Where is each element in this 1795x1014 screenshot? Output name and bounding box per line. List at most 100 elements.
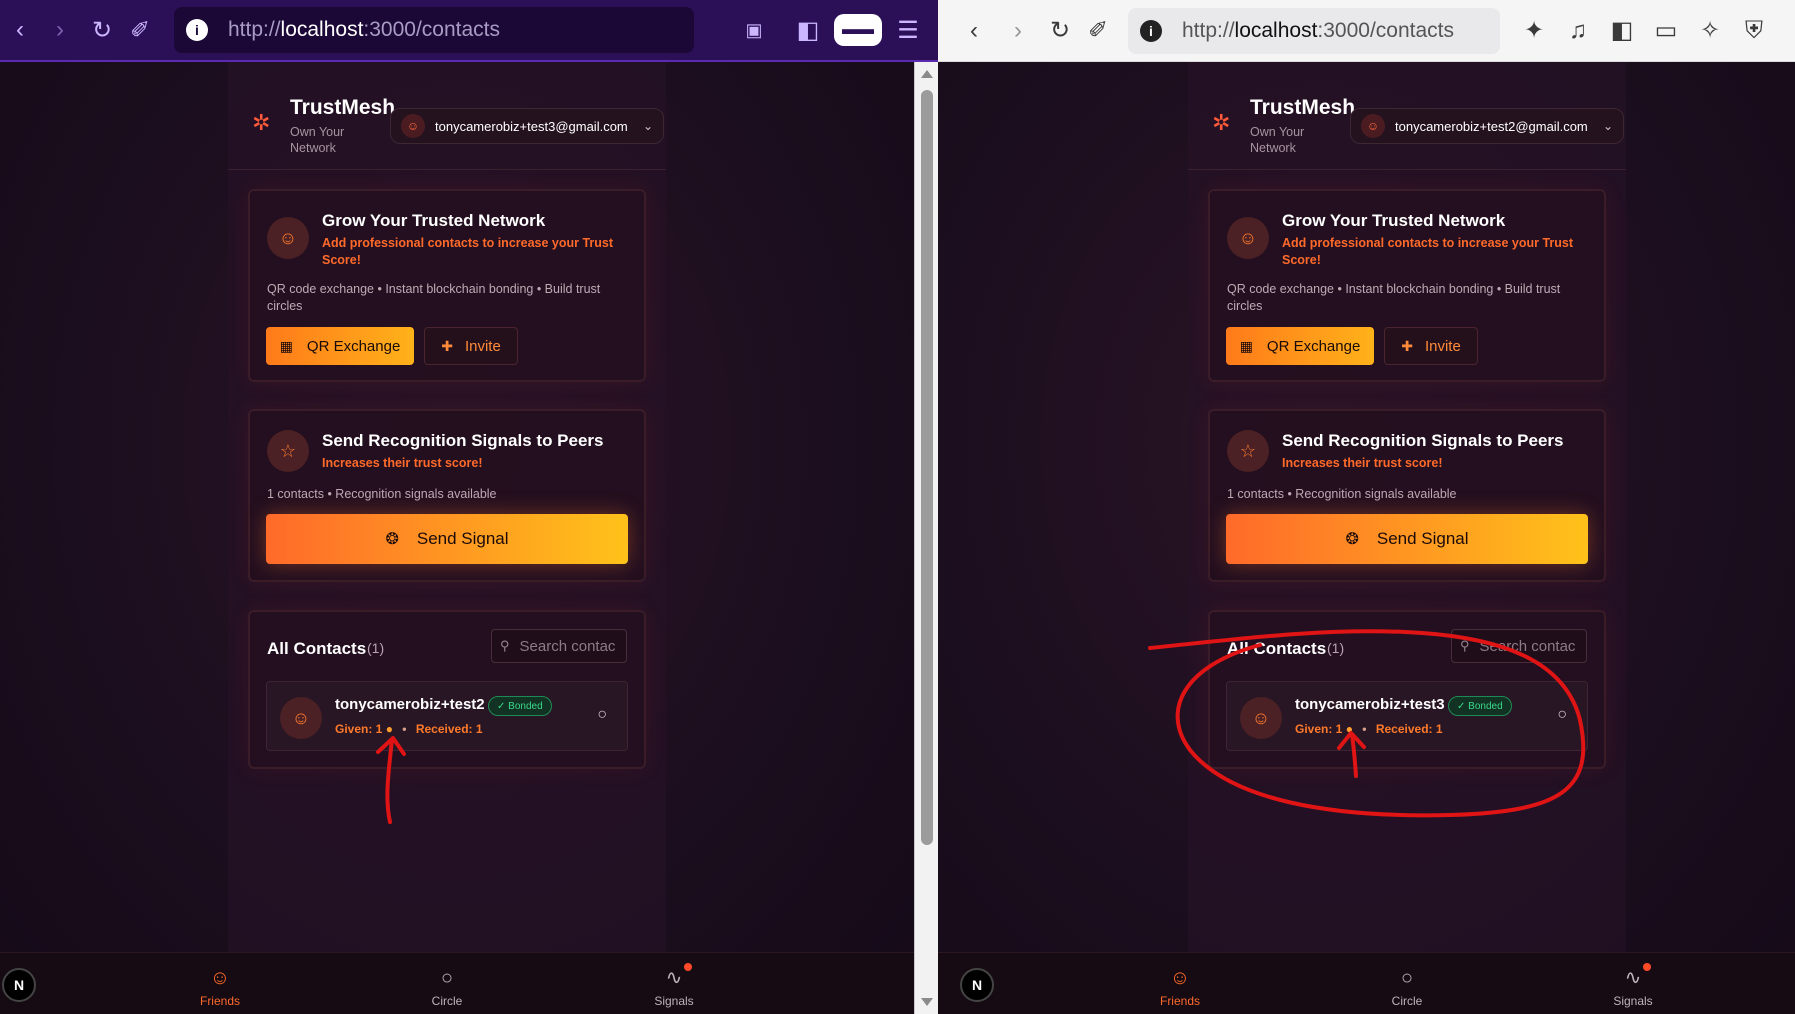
grow-title: Grow Your Trusted Network (322, 211, 546, 230)
user-check-icon: ☺ (267, 217, 309, 259)
reload-icon[interactable]: ↻ (1044, 15, 1076, 47)
site-info-icon[interactable]: i (1140, 19, 1162, 42)
ai-sparkle-icon[interactable]: ✧ (1694, 15, 1726, 47)
brand-name: TrustMesh (290, 96, 396, 119)
shield-icon[interactable]: ⛨ (1738, 15, 1770, 47)
search-input[interactable]: ⚲ Search contac (491, 629, 627, 663)
account-switcher[interactable]: ☺ tonycamerobiz+test2@gmail.com ⌄ (1350, 108, 1624, 144)
recognition-signals-card: ☆ Send Recognition Signals to Peers Incr… (1208, 409, 1606, 582)
contact-stats: Given: 1 ● • Received: 1 (335, 722, 483, 736)
contact-name: tonycamerobiz+test3 (1295, 696, 1445, 713)
bookmark-icon[interactable]: ✐ (1082, 15, 1114, 47)
invite-button[interactable]: ✚ Invite (424, 327, 518, 365)
page-search-icon[interactable]: ▣ (738, 14, 770, 46)
account-email: tonycamerobiz+test2@gmail.com (1395, 118, 1588, 134)
received-count: Received: 1 (415, 722, 483, 736)
activity-icon: ∿ (665, 967, 683, 989)
signals-description: 1 contacts • Recognition signals availab… (1227, 487, 1457, 501)
back-icon[interactable]: ‹ (4, 14, 36, 46)
nav-circle[interactable]: ○ Circle (407, 967, 487, 1008)
nav-friends[interactable]: ☺ Friends (180, 967, 260, 1008)
scroll-down-icon[interactable] (921, 998, 933, 1006)
grow-description: QR code exchange • Instant blockchain bo… (267, 282, 601, 313)
brand-tagline: Own Your Network (1250, 125, 1305, 155)
extensions-icon[interactable]: ✦ (1518, 15, 1550, 47)
invite-button[interactable]: ✚ Invite (1384, 327, 1478, 365)
message-icon[interactable]: ○ (1557, 706, 1567, 724)
scroll-up-icon[interactable] (921, 70, 933, 78)
url-rest: :3000/contacts (363, 18, 501, 41)
contacts-count: (1) (1327, 640, 1345, 656)
url-scheme: http:// (1182, 18, 1235, 42)
app-column: ✲ TrustMesh Own Your Network ☺ tonycamer… (1188, 62, 1626, 952)
bookmark-icon[interactable]: ✐ (124, 14, 156, 46)
qr-code-icon: ▦ (279, 337, 293, 354)
contact-row[interactable]: ☺ tonycamerobiz+test2 ✓ Bonded Given: 1 … (266, 681, 628, 751)
flame-icon: ● (1345, 722, 1353, 736)
reload-icon[interactable]: ↻ (86, 14, 118, 46)
scrollbar[interactable] (914, 62, 938, 1014)
app-header: ✲ TrustMesh Own Your Network ☺ tonycamer… (228, 62, 666, 170)
browser-pane-left: ‹ › ↻ ✐ i http://localhost:3000/contacts… (0, 0, 938, 1014)
address-bar[interactable]: i http://localhost:3000/contacts (1128, 7, 1500, 54)
browser-toolbar: ‹ › ↻ ✐ i http://localhost:3000/contacts… (938, 0, 1795, 62)
url-host: localhost (1234, 18, 1318, 42)
user-plus-icon: ✚ (441, 337, 453, 354)
chevron-down-icon: ⌄ (642, 119, 653, 133)
bonded-badge: ✓ Bonded (488, 696, 552, 716)
private-glasses-icon[interactable]: ▬▬ (834, 14, 882, 46)
bottom-nav: N ☺ Friends ○ Circle ∿ Signals (938, 952, 1795, 1014)
browser-toolbar: ‹ › ↻ ✐ i http://localhost:3000/contacts… (0, 0, 938, 62)
forward-icon[interactable]: › (1002, 15, 1034, 47)
nav-circle[interactable]: ○ Circle (1367, 967, 1447, 1008)
site-info-icon[interactable]: i (186, 19, 208, 41)
wallet-icon[interactable]: ▭ (1650, 15, 1682, 47)
scrollbar-thumb[interactable] (921, 90, 933, 845)
search-icon: ⚲ (500, 638, 510, 653)
menu-icon[interactable]: ☰ (892, 14, 924, 46)
account-switcher[interactable]: ☺ tonycamerobiz+test3@gmail.com ⌄ (390, 108, 664, 144)
contacts-title: All Contacts (267, 639, 367, 658)
nextjs-dev-icon[interactable]: N (2, 968, 36, 1002)
nav-signals[interactable]: ∿ Signals (634, 963, 714, 1008)
contact-stats: Given: 1 ● • Received: 1 (1295, 722, 1443, 736)
account-email: tonycamerobiz+test3@gmail.com (435, 118, 628, 134)
forward-icon[interactable]: › (44, 14, 76, 46)
back-icon[interactable]: ‹ (958, 15, 990, 47)
sidebar-icon[interactable]: ◧ (792, 14, 824, 46)
url-host: localhost (280, 18, 364, 41)
brand-name: TrustMesh (1250, 96, 1356, 119)
message-icon[interactable]: ○ (597, 706, 607, 724)
grow-subtitle: Add professional contacts to increase yo… (1282, 236, 1574, 267)
notification-dot (684, 963, 692, 971)
nextjs-dev-icon[interactable]: N (960, 968, 994, 1002)
all-contacts-card: All Contacts (1) ⚲ Search contac ☺ tonyca… (248, 610, 646, 769)
trustmesh-logo-icon: ✲ (252, 110, 271, 135)
search-input[interactable]: ⚲ Search contac (1451, 629, 1587, 663)
app-column: ✲ TrustMesh Own Your Network ☺ tonycamer… (228, 62, 666, 952)
trustmesh-logo-icon: ✲ (1212, 110, 1231, 135)
grow-network-card: ☺ Grow Your Trusted Network Add professi… (248, 189, 646, 382)
app-header: ✲ TrustMesh Own Your Network ☺ tonycamer… (1188, 62, 1626, 170)
contact-name: tonycamerobiz+test2 (335, 696, 485, 713)
qr-code-icon: ▦ (1239, 337, 1253, 354)
qr-exchange-button[interactable]: ▦ QR Exchange (266, 327, 414, 365)
user-icon: ☺ (1240, 697, 1282, 739)
all-contacts-card: All Contacts (1) ⚲ Search contac ☺ tonyca… (1208, 610, 1606, 769)
nav-friends[interactable]: ☺ Friends (1140, 967, 1220, 1008)
qr-exchange-button[interactable]: ▦ QR Exchange (1226, 327, 1374, 365)
send-signal-button[interactable]: ❂ Send Signal (1226, 514, 1588, 564)
user-icon: ☺ (1361, 114, 1385, 138)
nav-signals[interactable]: ∿ Signals (1593, 963, 1673, 1008)
sidebar-icon[interactable]: ◧ (1606, 15, 1638, 47)
address-bar[interactable]: i http://localhost:3000/contacts (174, 7, 694, 53)
send-signal-button[interactable]: ❂ Send Signal (266, 514, 628, 564)
user-plus-icon: ✚ (1401, 337, 1413, 354)
grow-title: Grow Your Trusted Network (1282, 211, 1506, 230)
music-icon[interactable]: ♫ (1562, 15, 1594, 47)
contact-row[interactable]: ☺ tonycamerobiz+test3 ✓ Bonded Given: 1 … (1226, 681, 1588, 751)
contacts-title: All Contacts (1227, 639, 1327, 658)
signals-subtitle: Increases their trust score! (322, 456, 483, 470)
award-icon: ❂ (385, 531, 399, 548)
grow-description: QR code exchange • Instant blockchain bo… (1227, 282, 1561, 313)
